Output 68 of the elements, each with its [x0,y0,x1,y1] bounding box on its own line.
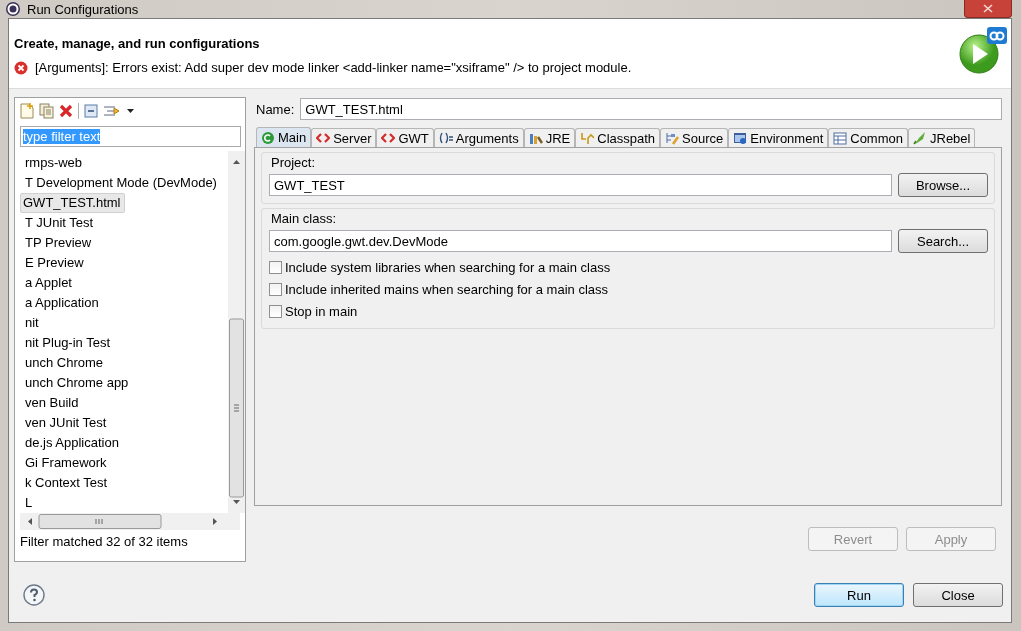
tree-item[interactable]: ven Build [22,393,83,413]
checkbox-label: Include system libraries when searching for a main class [285,259,611,275]
checkbox[interactable] [269,260,282,274]
tree-item[interactable]: a Applet [22,273,76,293]
tree-item[interactable]: E Preview [22,253,88,273]
name-field[interactable]: GWT_TEST.html [300,98,1002,120]
tab[interactable]: JRebel [908,128,976,147]
tree-pencil-icon [665,131,680,145]
tree-item[interactable]: GWT_TEST.html [20,193,125,213]
tab[interactable]: Common [828,128,908,147]
run-logo-icon [959,27,1007,75]
group-label: Main class: [270,210,338,228]
error-message: [Arguments]: Errors exist: Add super dev mode linker <add-linker name="xsiframe" /> to project module. [35,60,632,75]
tab[interactable]: Environment [728,128,829,147]
dialog-heading: Create, manage, and run configurations [14,36,261,51]
tree-item[interactable]: L [22,493,37,513]
checkbox-label: Stop in main [285,303,358,319]
group-label: Project: [270,154,317,172]
tree-item[interactable]: T JUnit Test [22,213,98,233]
duplicate-icon[interactable] [39,103,54,119]
checkbox-label: Include inherited mains when searching for a main class [285,281,608,297]
browse-button[interactable]: Browse... [898,173,988,197]
error-icon [14,60,28,75]
tree-item[interactable]: T Development Mode (DevMode) [22,173,221,193]
tree-item[interactable]: k Context Test [22,473,112,493]
tree-item[interactable]: TP Preview [22,233,96,253]
delete-icon[interactable] [59,104,73,118]
checkbox[interactable] [269,304,282,318]
tab[interactable]: Main [256,127,312,147]
code-brackets-icon [381,131,396,145]
dropdown-caret-icon[interactable] [126,108,135,114]
main-tab-icon [261,130,275,145]
code-brackets-icon [316,131,331,145]
field-label: Name: [256,101,295,117]
window-title: Run Configurations [27,1,139,17]
dialog-button[interactable]: Run [814,583,904,607]
tab[interactable]: Classpath [575,128,661,147]
tree-item[interactable]: nit [22,313,43,333]
filter-status: Filter matched 32 of 32 items [19,533,189,551]
dialog-button[interactable]: Close [913,583,1003,607]
tab[interactable]: Arguments [433,128,524,147]
tree-item[interactable]: a Application [22,293,103,313]
variable-icon [438,131,453,145]
collapse-all-icon[interactable] [84,104,98,118]
close-icon [983,4,993,13]
filter-icon[interactable] [103,103,121,119]
tree-item[interactable]: de.js Application [22,433,123,453]
main-class-field[interactable]: com.google.gwt.dev.DevMode [269,230,892,252]
tree-item[interactable]: nit Plug-in Test [22,333,115,353]
search-button[interactable]: Search... [898,229,988,253]
tab[interactable]: Source [660,128,729,147]
help-icon[interactable] [23,584,45,606]
close-button[interactable] [964,0,1012,18]
tree-item[interactable]: ven JUnit Test [22,413,111,433]
gear-icon [5,1,21,17]
tree-item[interactable]: Gi Framework [22,453,111,473]
tree-item[interactable]: unch Chrome [22,353,108,373]
tab[interactable]: GWT [376,128,434,147]
books-icon [528,131,543,145]
table-icon [833,131,848,145]
new-config-icon[interactable] [20,103,34,119]
project-field[interactable]: GWT_TEST [269,174,892,196]
checkbox[interactable] [269,282,282,296]
tree-item[interactable]: unch Chrome app [22,373,133,393]
tab[interactable]: JRE [523,128,576,147]
window-icon [733,131,748,145]
tab[interactable]: Server [311,128,377,147]
tree-item[interactable]: rmps-web [22,153,87,173]
